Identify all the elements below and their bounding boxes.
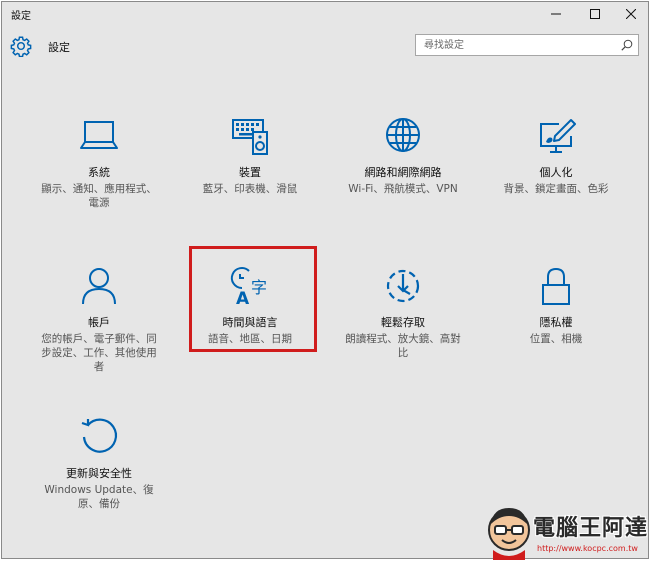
tile-privacy-desc: 位置、相機 [529, 333, 583, 345]
tile-system[interactable]: 系統 顯示、通知、應用程式、電源 [26, 114, 172, 234]
minimize-icon [551, 13, 561, 15]
settings-header: 設定 [2, 26, 648, 66]
search-input[interactable] [416, 35, 612, 55]
tile-devices[interactable]: 裝置 藍牙、印表機、滑鼠 [177, 114, 323, 234]
tile-update-security[interactable]: 更新與安全性 Windows Update、復原、備份 [26, 415, 172, 535]
tile-accounts[interactable]: 帳戶 您的帳戶、電子郵件、同步設定、工作、其他使用者 [26, 264, 172, 384]
settings-window: 設定 設定 尋找設定 系統 顯示、通知、應用程式、電源 裝置 藍牙、印表機、滑鼠… [1, 1, 649, 559]
keyboard-speaker-icon [232, 119, 268, 155]
tile-devices-name: 裝置 [239, 166, 261, 179]
lock-icon [542, 267, 570, 305]
tile-ease-of-access-name: 輕鬆存取 [381, 316, 425, 329]
laptop-icon [80, 121, 118, 149]
ease-of-access-icon [386, 269, 420, 303]
tile-time-language[interactable]: A 字 時間與語言 語音、地區、日期 [177, 264, 323, 384]
title-bar: 設定 [2, 2, 648, 26]
tile-ease-of-access[interactable]: 輕鬆存取 朗讀程式、放大鏡、高對比 [330, 264, 476, 384]
tile-privacy-name: 隱私權 [539, 316, 573, 329]
minimize-button[interactable] [537, 2, 575, 26]
tile-privacy[interactable]: 隱私權 位置、相機 [483, 264, 629, 384]
search-box[interactable] [415, 34, 639, 56]
paint-monitor-icon [540, 119, 576, 153]
tile-network-name: 網路和網際網路 [364, 166, 442, 179]
tile-personalization[interactable]: 個人化 背景、鎖定畫面、色彩 [483, 114, 629, 234]
mascot-icon [488, 508, 530, 560]
gear-icon [10, 36, 32, 57]
page-title: 設定 [48, 41, 70, 54]
clock-language-icon: A 字 [230, 267, 267, 309]
watermark: 電腦王阿達 http://www.kocpc.com.tw [483, 502, 651, 562]
tile-update-security-desc: Windows Update、復原、備份 [44, 484, 154, 510]
tile-system-name: 系統 [88, 166, 110, 179]
search-icon[interactable] [621, 39, 633, 51]
tile-personalization-desc: 背景、鎖定畫面、色彩 [503, 183, 609, 195]
person-icon [82, 268, 116, 305]
watermark-url: http://www.kocpc.com.tw [537, 544, 638, 553]
tile-devices-desc: 藍牙、印表機、滑鼠 [202, 183, 298, 195]
tile-update-security-name: 更新與安全性 [66, 467, 132, 480]
watermark-text: 電腦王阿達 [533, 516, 649, 541]
globe-icon [386, 118, 420, 152]
svg-text:字: 字 [251, 278, 267, 297]
refresh-icon [81, 418, 118, 453]
window-title: 設定 [11, 11, 31, 22]
close-icon [626, 9, 636, 19]
tile-accounts-name: 帳戶 [88, 316, 110, 329]
close-button[interactable] [612, 2, 648, 26]
tile-network-desc: Wi-Fi、飛航模式、VPN [348, 183, 458, 195]
tile-accounts-desc: 您的帳戶、電子郵件、同步設定、工作、其他使用者 [41, 333, 157, 373]
tile-personalization-name: 個人化 [539, 166, 573, 179]
tile-network[interactable]: 網路和網際網路 Wi-Fi、飛航模式、VPN [330, 114, 476, 234]
tile-time-language-name: 時間與語言 [222, 316, 278, 329]
maximize-button[interactable] [576, 2, 614, 26]
tile-system-desc: 顯示、通知、應用程式、電源 [41, 183, 157, 209]
tile-time-language-desc: 語音、地區、日期 [208, 333, 292, 345]
maximize-icon [590, 9, 600, 19]
svg-text:A: A [236, 289, 250, 309]
tile-ease-of-access-desc: 朗讀程式、放大鏡、高對比 [345, 333, 461, 359]
